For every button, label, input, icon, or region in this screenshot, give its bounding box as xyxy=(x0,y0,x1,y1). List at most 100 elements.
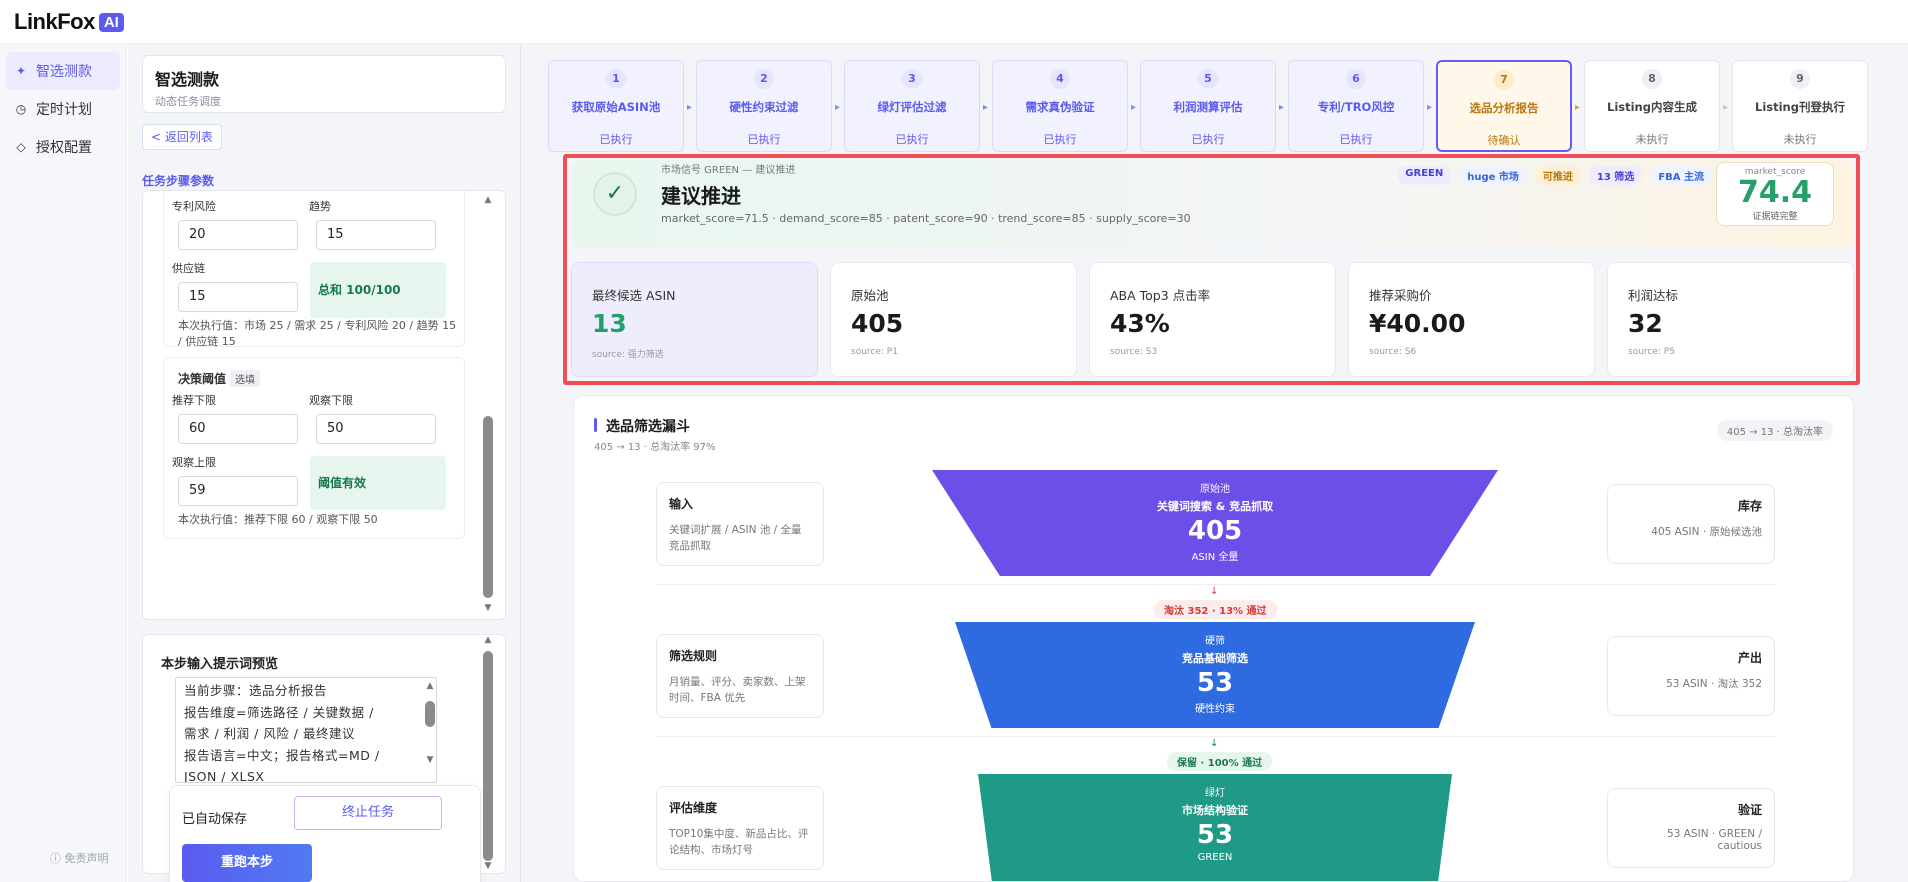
action-card: 已自动保存 终止任务 重跑本步 xyxy=(169,785,481,882)
step-number: 7 xyxy=(1494,70,1514,90)
step-8[interactable]: 8 Listing内容生成 未执行 xyxy=(1584,60,1720,152)
step-number: 5 xyxy=(1198,69,1218,89)
step-1[interactable]: 1 获取原始ASIN池 已执行 xyxy=(548,60,684,152)
selection-funnel-card: 选品筛选漏斗 405 → 13 · 总淘汰率 97% 405 → 13 · 总淘… xyxy=(573,395,1854,882)
stage-name: 市场结构验证 xyxy=(1182,804,1248,817)
prompt-line: 当前步骤：选品分析报告 xyxy=(184,683,328,698)
prompt-preview-title: 本步输入提示词预览 xyxy=(161,657,279,672)
prompt-scrollbar-thumb[interactable] xyxy=(483,651,493,861)
funnel-stage-2-shape: 硬筛 竞品基础筛选 53 硬性约束 xyxy=(955,622,1475,728)
step-4[interactable]: 4 需求真伪验证 已执行 xyxy=(992,60,1128,152)
step-6[interactable]: 6 专利/TRO风控 已执行 xyxy=(1288,60,1424,152)
textarea-scroll-down[interactable]: ▼ xyxy=(425,755,435,765)
prompt-preview-box: 本步输入提示词预览 当前步骤：选品分析报告 报告维度=筛选路径 / 关键数据 /… xyxy=(142,634,506,882)
sidebar-item-label: 智选测款 xyxy=(36,64,92,80)
funnel-stage-1-right: 库存 405 ASIN · 原始候选池 xyxy=(1607,484,1775,564)
step-number: 3 xyxy=(902,69,922,89)
recommend-min-input[interactable]: 60 xyxy=(178,414,298,444)
sidebar-item-smart-test[interactable]: ✦ 智选测款 xyxy=(6,52,120,90)
sidebar-item-label: 授权配置 xyxy=(36,140,92,156)
funnel-divider xyxy=(656,584,1775,585)
scroll-down-arrow[interactable]: ▼ xyxy=(483,603,493,613)
stage-unit: GREEN xyxy=(1197,852,1233,863)
step-status: 已执行 xyxy=(599,133,633,146)
step-number: 2 xyxy=(754,69,774,89)
funnel-stage-2-left: 筛选规则 月销量、评分、卖家数、上架时间、FBA 优先 xyxy=(656,634,824,718)
step-7[interactable]: 7 选品分析报告 待确认 xyxy=(1436,60,1572,152)
task-title-card: 智选测款 动态任务调度 xyxy=(142,55,506,113)
sidebar-item-auth[interactable]: ◇ 授权配置 xyxy=(0,128,126,166)
stage-right-title: 产出 xyxy=(1737,651,1762,665)
stage-kicker: 硬筛 xyxy=(1205,636,1225,647)
funnel-stage-2-right: 产出 53 ASIN · 淘汰 352 xyxy=(1607,636,1775,716)
logo-badge: AI xyxy=(98,12,124,32)
sidebar-item-schedule[interactable]: ◷ 定时计划 xyxy=(0,90,126,128)
main-divider xyxy=(520,44,521,882)
step-5[interactable]: 5 利润测算评估 已执行 xyxy=(1140,60,1276,152)
step-arrow-icon: ▸ xyxy=(1427,102,1433,113)
app-logo[interactable]: LinkFox AI xyxy=(14,9,124,35)
textarea-scrollbar-thumb[interactable] xyxy=(425,701,435,727)
step-status: 已执行 xyxy=(1339,133,1373,146)
step-name: 专利/TRO风控 xyxy=(1317,100,1395,114)
step-arrow-icon: ▸ xyxy=(1279,102,1285,113)
top-bar: LinkFox AI xyxy=(0,0,1908,44)
supply-chain-input[interactable]: 15 xyxy=(178,282,298,312)
observe-min-label: 观察下限 xyxy=(309,394,353,407)
scroll-up-arrow[interactable]: ▲ xyxy=(483,195,493,205)
back-to-list-button[interactable]: < 返回列表 xyxy=(142,124,222,150)
funnel-stage-3-left: 评估维度 TOP10集中度、新品占比、评论结构、市场灯号 xyxy=(656,786,824,870)
thresholds-valid-status: 阈值有效 xyxy=(310,456,446,510)
stage-name: 竞品基础筛选 xyxy=(1182,652,1248,665)
observe-max-input[interactable]: 59 xyxy=(178,476,298,506)
down-arrow-icon: ↓ xyxy=(1210,738,1219,749)
observe-min-input[interactable]: 50 xyxy=(316,414,436,444)
funnel-stage-1-left: 输入 关键词扩展 / ASIN 池 / 全量竞品抓取 xyxy=(656,482,824,566)
textarea-scroll-up[interactable]: ▲ xyxy=(425,681,435,691)
params-scrollbar-thumb[interactable] xyxy=(483,416,493,598)
step-arrow-icon: ▸ xyxy=(1575,102,1581,113)
step-name: 利润测算评估 xyxy=(1173,100,1243,114)
step-9[interactable]: 9 Listing刊登执行 未执行 xyxy=(1732,60,1868,152)
rerun-step-button[interactable]: 重跑本步 xyxy=(182,844,312,882)
sparkle-icon: ✦ xyxy=(15,64,27,78)
stage-name: 关键词搜索 & 竞品抓取 xyxy=(1156,500,1274,513)
stage-left-desc: 月销量、评分、卖家数、上架时间、FBA 优先 xyxy=(669,676,806,704)
step-2[interactable]: 2 硬性约束过滤 已执行 xyxy=(696,60,832,152)
prompt-line: 需求 / 利润 / 风险 / 最终建议 xyxy=(184,726,355,741)
step-name: 硬性约束过滤 xyxy=(729,100,799,114)
prompt-line: 报告语言=中文；报告格式=MD / xyxy=(184,747,380,763)
prompt-scroll-down[interactable]: ▼ xyxy=(483,861,493,871)
prompt-preview-textarea[interactable]: 当前步骤：选品分析报告 报告维度=筛选路径 / 关键数据 / 需求 / 利润 /… xyxy=(175,677,437,783)
stage-left-title: 筛选规则 xyxy=(669,649,718,663)
patent-risk-input[interactable]: 20 xyxy=(178,220,298,250)
optional-chip: 选填 xyxy=(230,370,261,387)
funnel-title: 选品筛选漏斗 xyxy=(606,419,690,435)
weights-note: 本次执行值：市场 25 / 需求 25 / 专利风险 20 / 趋势 15 / … xyxy=(178,319,457,348)
prompt-scroll-up[interactable]: ▲ xyxy=(483,635,493,645)
funnel-stage-3-right: 验证 53 ASIN · GREEN / cautious xyxy=(1607,788,1775,868)
stop-task-button[interactable]: 终止任务 xyxy=(294,796,442,830)
disclaimer-link[interactable]: ⓘ 免责声明 xyxy=(50,850,109,866)
observe-max-label: 观察上限 xyxy=(172,456,216,469)
step-name: 需求真伪验证 xyxy=(1025,100,1095,114)
funnel-summary-pill: 405 → 13 · 总淘汰率 xyxy=(1716,420,1833,441)
trend-label: 趋势 xyxy=(309,200,331,213)
clock-icon: ◷ xyxy=(15,102,27,116)
params-scroll-area[interactable]: 专利风险 趋势 20 15 供应链 15 总和 100/100 本次执行值：市场… xyxy=(142,190,506,620)
stage-left-desc: TOP10集中度、新品占比、评论结构、市场灯号 xyxy=(669,828,809,856)
stage-right-desc: 53 ASIN · 淘汰 352 xyxy=(1666,678,1762,690)
weights-group: 专利风险 趋势 20 15 供应链 15 总和 100/100 本次执行值：市场… xyxy=(163,191,465,348)
stage-left-title: 输入 xyxy=(669,497,694,511)
stage-left-title: 评估维度 xyxy=(669,801,718,815)
stage-kicker: 原始池 xyxy=(1200,484,1230,495)
step-name: 选品分析报告 xyxy=(1469,101,1539,115)
step-3[interactable]: 3 绿灯评估过滤 已执行 xyxy=(844,60,980,152)
trend-input[interactable]: 15 xyxy=(316,220,436,250)
step-status: 已执行 xyxy=(1043,133,1077,146)
stage-right-title: 验证 xyxy=(1737,803,1762,817)
step-arrow-icon: ▸ xyxy=(1131,102,1137,113)
thresholds-title: 决策阈值 选填 xyxy=(178,370,261,387)
stage-left-desc: 关键词扩展 / ASIN 池 / 全量竞品抓取 xyxy=(669,524,802,552)
step-status: 待确认 xyxy=(1487,134,1521,147)
